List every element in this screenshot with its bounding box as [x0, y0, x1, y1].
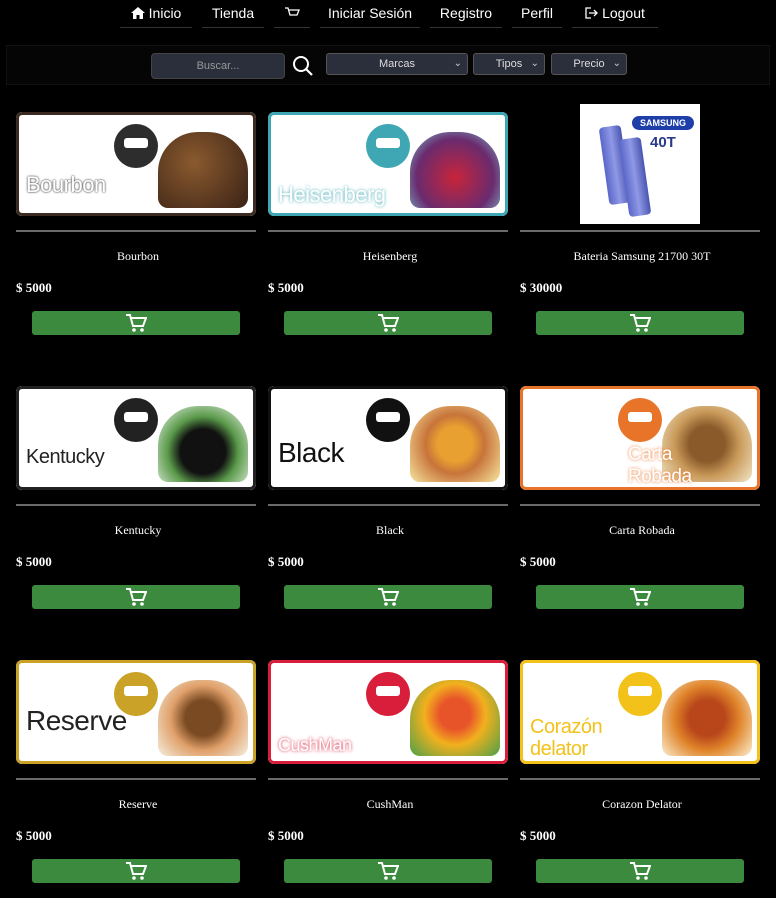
chevron-down-icon: ⌄: [530, 58, 539, 69]
product-price: $ 5000: [16, 828, 52, 843]
add-to-cart-button[interactable]: [32, 859, 240, 883]
divider: [520, 778, 760, 780]
nav-perfil-label: Perfil: [521, 5, 553, 21]
nav-iniciar-sesion-label: Iniciar Sesión: [327, 5, 413, 21]
product-price: $ 5000: [16, 554, 52, 569]
add-to-cart-button[interactable]: [536, 859, 744, 883]
precio-select[interactable]: Precio ⌄: [551, 53, 627, 75]
cart-icon: [126, 588, 147, 606]
divider: [16, 778, 256, 780]
product-name: Black: [376, 523, 404, 537]
product-image[interactable]: SAMSUNG 40T: [580, 104, 700, 224]
product-name: Carta Robada: [609, 523, 675, 537]
product-name: Heisenberg: [362, 249, 418, 263]
cart-icon: [285, 7, 300, 16]
product-price: $ 5000: [16, 280, 52, 295]
marcas-select[interactable]: Marcas ⌄: [326, 53, 468, 75]
nav-registro[interactable]: Registro: [430, 0, 502, 28]
nav-logout[interactable]: Logout: [572, 0, 658, 28]
filter-bar: Marcas ⌄ Tipos ⌄ Precio ⌄: [6, 45, 770, 85]
product-banner[interactable]: Kentucky: [16, 386, 256, 490]
cart-icon: [378, 314, 399, 332]
product-price: $ 5000: [268, 554, 304, 569]
nav-perfil[interactable]: Perfil: [512, 0, 562, 28]
chevron-down-icon: ⌄: [453, 58, 462, 69]
product-name: Bourbon: [117, 249, 159, 263]
product-price: $ 5000: [520, 554, 556, 569]
cart-icon: [630, 862, 651, 880]
marcas-select-value: Marcas: [378, 58, 416, 70]
cart-icon: [630, 314, 651, 332]
add-to-cart-button[interactable]: [32, 311, 240, 335]
product-price: $ 5000: [268, 828, 304, 843]
search-input[interactable]: [151, 53, 285, 79]
add-to-cart-button[interactable]: [32, 585, 240, 609]
add-to-cart-button[interactable]: [284, 859, 492, 883]
tipos-select[interactable]: Tipos ⌄: [473, 53, 545, 75]
divider: [268, 778, 508, 780]
product-banner[interactable]: Reserve: [16, 660, 256, 764]
home-icon: [130, 7, 145, 19]
product-banner[interactable]: CushMan: [268, 660, 508, 764]
divider: [520, 230, 760, 232]
nav-tienda[interactable]: Tienda: [202, 0, 264, 28]
product-banner[interactable]: Heisenberg: [268, 112, 508, 216]
chevron-down-icon: ⌄: [612, 58, 621, 69]
samsung-logo-text: SAMSUNG: [632, 116, 694, 130]
product-name: Reserve: [118, 797, 158, 811]
add-to-cart-button[interactable]: [536, 585, 744, 609]
nav-inicio[interactable]: Inicio: [120, 0, 192, 28]
nav-registro-label: Registro: [439, 5, 493, 21]
product-name: Bateria Samsung 21700 30T: [573, 249, 711, 263]
model-text: 40T: [650, 134, 676, 151]
nav-inicio-label: Inicio: [148, 5, 182, 21]
product-name: Corazon Delator: [602, 797, 682, 811]
divider: [520, 504, 760, 506]
divider: [268, 504, 508, 506]
nav-cart[interactable]: [274, 0, 310, 28]
cart-icon: [630, 588, 651, 606]
cart-icon: [378, 588, 399, 606]
add-to-cart-button[interactable]: [536, 311, 744, 335]
nav-iniciar-sesion[interactable]: Iniciar Sesión: [320, 0, 420, 28]
product-banner[interactable]: Black: [268, 386, 508, 490]
product-banner[interactable]: Carta Robada: [520, 386, 760, 490]
divider: [16, 230, 256, 232]
tipos-select-value: Tipos: [495, 58, 523, 70]
product-banner[interactable]: Corazón delator: [520, 660, 760, 764]
add-to-cart-button[interactable]: [284, 311, 492, 335]
top-navbar: Inicio Tienda Iniciar Sesión Registro Pe…: [0, 0, 776, 30]
nav-logout-label: Logout: [602, 5, 645, 21]
product-banner[interactable]: Bourbon: [16, 112, 256, 216]
cart-icon: [126, 314, 147, 332]
precio-select-value: Precio: [573, 58, 605, 70]
cart-icon: [378, 862, 399, 880]
product-price: $ 5000: [268, 280, 304, 295]
nav-tienda-label: Tienda: [211, 5, 255, 21]
divider: [16, 504, 256, 506]
cart-icon: [126, 862, 147, 880]
search-icon[interactable]: [291, 54, 315, 78]
product-name: CushMan: [366, 797, 414, 811]
logout-icon: [585, 7, 598, 19]
divider: [268, 230, 508, 232]
battery-image: [618, 136, 652, 218]
add-to-cart-button[interactable]: [284, 585, 492, 609]
product-price: $ 5000: [520, 828, 556, 843]
product-name: Kentucky: [114, 523, 162, 537]
product-price: $ 30000: [520, 280, 563, 295]
